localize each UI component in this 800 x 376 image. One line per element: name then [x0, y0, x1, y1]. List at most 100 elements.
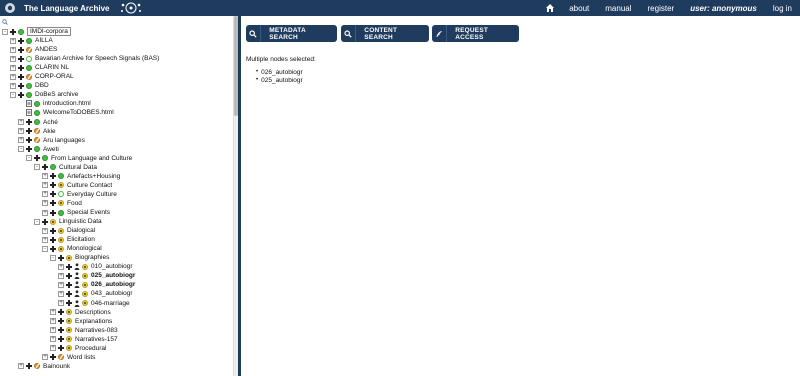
tree-node-label[interactable]: 043_autobiogr — [91, 290, 133, 297]
expand-toggle-icon[interactable]: + — [58, 300, 64, 306]
tree-node-label[interactable]: Aweti — [43, 146, 59, 153]
tree-node[interactable]: + AILLA — [10, 36, 53, 45]
expand-toggle-icon[interactable]: + — [50, 318, 56, 325]
metadata-search-button[interactable]: METADATA SEARCH — [246, 25, 337, 42]
tree-node-label[interactable]: Artefacts+Housing — [67, 173, 120, 180]
tree-node[interactable]: - Biographies — [50, 253, 109, 262]
collapse-toggle-icon[interactable]: - — [2, 28, 8, 35]
collapse-toggle-icon[interactable]: - — [34, 164, 40, 171]
expand-toggle-icon[interactable]: + — [58, 281, 64, 288]
tree-node[interactable]: introduction.html — [18, 99, 91, 108]
tree-node[interactable]: - Aweti — [18, 145, 59, 154]
expand-toggle-icon[interactable]: + — [42, 227, 48, 234]
nav-register-link[interactable]: register — [648, 4, 675, 13]
tree-node-label[interactable]: Elicitation — [67, 236, 95, 243]
tree-node-label[interactable]: WelcomeToDOBES.html — [43, 109, 114, 116]
collapse-toggle-icon[interactable]: - — [50, 254, 56, 261]
tree-node-label[interactable]: Special Events — [67, 209, 110, 216]
tree-node-label[interactable]: Everyday Culture — [67, 191, 117, 198]
tree-node-label[interactable]: AILLA — [35, 37, 53, 44]
tree-node[interactable]: + Bainounk — [18, 362, 70, 371]
tree-node[interactable]: + DBD — [10, 81, 49, 90]
expand-toggle-icon[interactable]: + — [18, 137, 24, 144]
tree-node[interactable]: + Aru languages — [18, 136, 85, 145]
tree-node-label[interactable]: DBD — [35, 82, 49, 89]
tree-node[interactable]: +046-marriage — [58, 299, 130, 308]
login-link[interactable]: log in — [773, 4, 792, 13]
expand-toggle-icon[interactable]: + — [50, 309, 56, 316]
tree-node[interactable]: + Everyday Culture — [42, 190, 117, 199]
expand-toggle-icon[interactable]: + — [10, 73, 16, 80]
expand-toggle-icon[interactable]: + — [50, 327, 56, 334]
collapse-toggle-icon[interactable]: - — [10, 91, 16, 98]
tree-node[interactable]: + Procedural — [50, 344, 106, 353]
collapse-toggle-icon[interactable]: - — [34, 218, 40, 225]
tree-node[interactable]: + Culture Contact — [42, 181, 112, 190]
archive-logo-icon[interactable] — [2, 0, 18, 16]
tree-node-label[interactable]: 010_autobiogr — [91, 263, 133, 270]
tree-node[interactable]: WelcomeToDOBES.html — [18, 108, 114, 117]
request-access-button[interactable]: REQUEST ACCESS — [432, 25, 519, 42]
expand-toggle-icon[interactable]: + — [42, 200, 48, 207]
tree-node-label[interactable]: Linguistic Data — [59, 218, 102, 225]
tree-node-label[interactable]: Biographies — [75, 254, 109, 261]
expand-toggle-icon[interactable]: + — [18, 128, 24, 135]
expand-toggle-icon[interactable]: + — [50, 336, 56, 343]
tree-node-label[interactable]: Aché — [43, 119, 58, 126]
tree-node[interactable]: + Narratives-083 — [50, 326, 118, 335]
tree-node[interactable]: - From Language and Culture — [26, 154, 132, 163]
expand-toggle-icon[interactable]: + — [10, 64, 16, 71]
tree-node[interactable]: +026_autobiogr — [58, 280, 135, 289]
tree-node-label[interactable]: Dialogical — [67, 227, 95, 234]
tree-node-label[interactable]: Aru languages — [43, 137, 85, 144]
tree-node[interactable]: + CLARIN NL — [10, 63, 69, 72]
tree-node[interactable]: + Food — [42, 199, 82, 208]
tree-node-label[interactable]: introduction.html — [43, 100, 91, 107]
expand-toggle-icon[interactable]: + — [10, 82, 16, 89]
expand-toggle-icon[interactable]: + — [58, 263, 64, 270]
tree-node[interactable]: + Aché — [18, 118, 58, 127]
tree-node[interactable]: - DoBeS archive — [10, 90, 78, 99]
tree-node-label[interactable]: CLARIN NL — [35, 64, 69, 71]
tree-node[interactable]: - Linguistic Data — [34, 217, 102, 226]
tree-node[interactable]: +025_autobiogr — [58, 271, 135, 280]
tree-node-label[interactable]: Word lists — [67, 354, 95, 361]
tree-node[interactable]: + Artefacts+Housing — [42, 172, 120, 181]
expand-toggle-icon[interactable]: + — [50, 345, 56, 352]
content-search-button[interactable]: CONTENT SEARCH — [341, 25, 429, 42]
tree-node[interactable]: + CORP-ORAL — [10, 72, 74, 81]
tree-node[interactable]: + Descriptions — [50, 308, 111, 317]
tree-node[interactable]: +043_autobiogr — [58, 289, 133, 298]
tree-node[interactable]: + Dialogical — [42, 226, 95, 235]
tree-node-label[interactable]: Narratives-157 — [75, 336, 118, 343]
tree-node-label[interactable]: Culture Contact — [67, 182, 112, 189]
expand-toggle-icon[interactable]: + — [42, 191, 48, 198]
tree-node[interactable]: + Narratives-157 — [50, 335, 118, 344]
tree-node-label[interactable]: Monological — [67, 245, 102, 252]
tree-node-label[interactable]: 046-marriage — [91, 300, 130, 307]
home-icon[interactable] — [545, 3, 555, 13]
collapse-toggle-icon[interactable]: - — [18, 146, 24, 153]
tree-node-label[interactable]: Akie — [43, 128, 56, 135]
tree-search-icon[interactable] — [2, 19, 8, 25]
tree-node-label[interactable]: From Language and Culture — [51, 155, 132, 162]
pane-divider[interactable] — [238, 16, 241, 376]
tree-node-label[interactable]: CORP-ORAL — [35, 73, 74, 80]
tree-node-label[interactable]: Food — [67, 200, 82, 207]
expand-toggle-icon[interactable]: + — [58, 290, 64, 297]
tree-node[interactable]: - Monological — [42, 244, 102, 253]
brand-title[interactable]: The Language Archive — [24, 4, 110, 13]
nav-about-link[interactable]: about — [569, 4, 589, 13]
expand-toggle-icon[interactable]: + — [42, 209, 48, 216]
tree-node[interactable]: + ANDES — [10, 45, 57, 54]
collapse-toggle-icon[interactable]: - — [26, 155, 32, 162]
tree-node[interactable]: + Explanations — [50, 317, 112, 326]
tree-node-label[interactable]: 025_autobiogr — [91, 272, 135, 279]
tree-node[interactable]: - IMDI-corpora — [2, 27, 71, 36]
tree-node-label[interactable]: Bavarian Archive for Speech Signals (BAS… — [35, 55, 159, 62]
tree-node[interactable]: + Special Events — [42, 208, 110, 217]
expand-toggle-icon[interactable]: + — [10, 55, 16, 62]
tree-node[interactable]: +010_autobiogr — [58, 262, 133, 271]
expand-toggle-icon[interactable]: + — [42, 182, 48, 189]
expand-toggle-icon[interactable]: + — [18, 363, 24, 370]
